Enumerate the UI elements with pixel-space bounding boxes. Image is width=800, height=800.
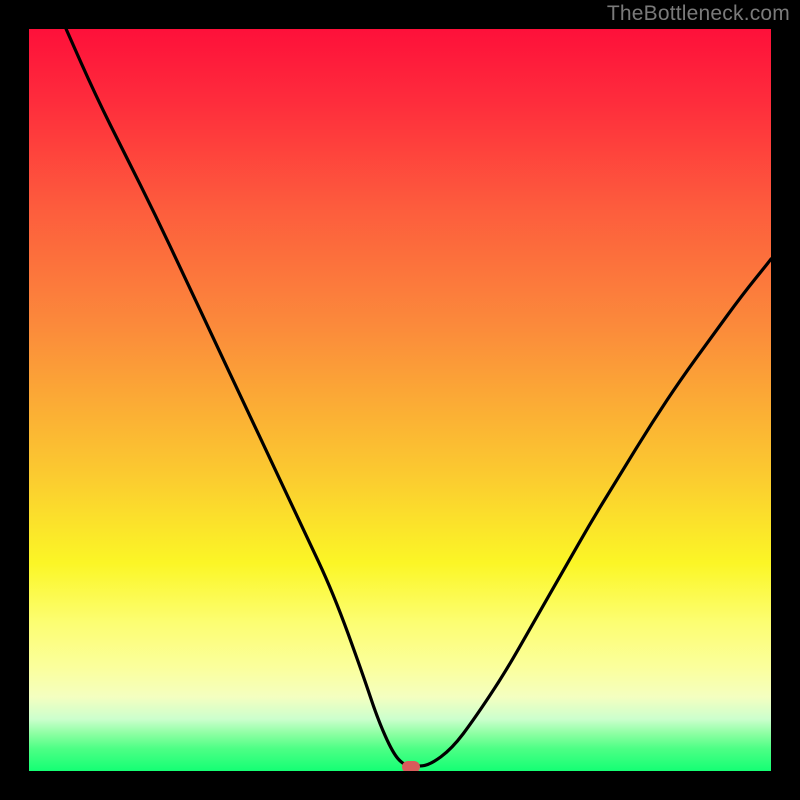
chart-stage: TheBottleneck.com [0,0,800,800]
min-marker [402,761,420,771]
plot-area [29,29,771,771]
attribution-text: TheBottleneck.com [607,2,790,26]
bottleneck-curve-path [66,29,771,766]
bottleneck-curve [29,29,771,771]
